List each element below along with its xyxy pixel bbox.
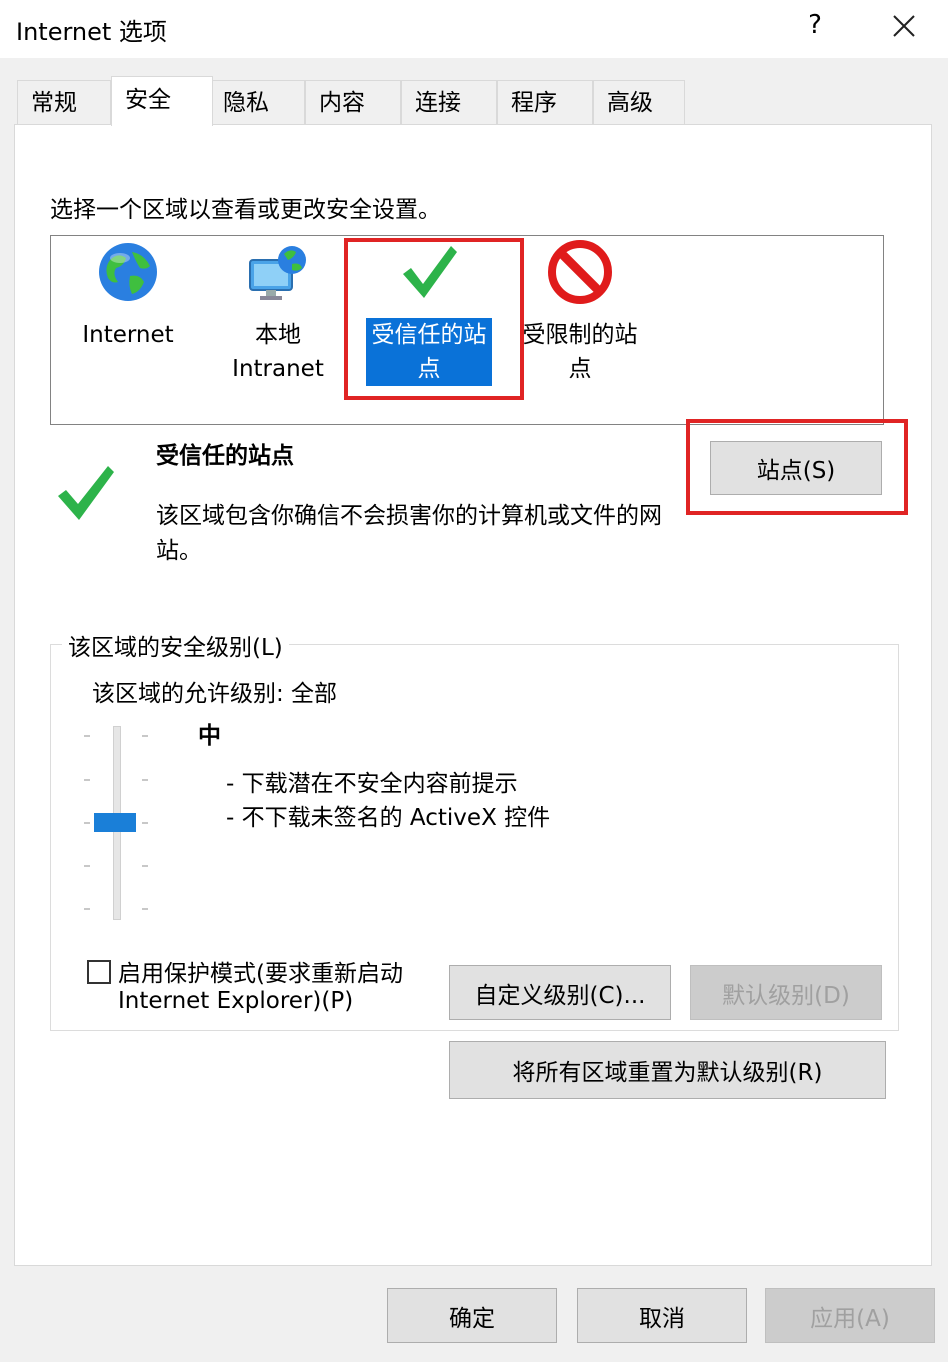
zone-detail-description-line1: 该区域包含你确信不会损害你的计算机或文件的网 [156, 503, 662, 529]
security-level-desc-line2: - 不下载未签名的 ActiveX 控件 [226, 805, 551, 831]
window-title: Internet 选项 [16, 18, 167, 46]
protected-mode-label-line2[interactable]: Internet Explorer)(P) [118, 988, 353, 1014]
close-icon [893, 15, 915, 37]
help-button[interactable]: ? [804, 10, 826, 40]
slider-tick [84, 908, 90, 910]
tab-privacy[interactable]: 隐私 [209, 80, 305, 124]
zone-restricted-label-line1: 受限制的站 [522, 322, 638, 348]
slider-tick [142, 908, 148, 910]
zone-internet[interactable]: Internet [72, 240, 184, 352]
slider-tick [84, 822, 90, 824]
zone-detail-title: 受信任的站点 [156, 443, 294, 469]
zone-internet-label: Internet [82, 322, 174, 348]
computer-globe-icon [249, 246, 306, 300]
tab-security[interactable]: 安全 [111, 76, 213, 126]
security-level-desc-line1: - 下载潜在不安全内容前提示 [226, 771, 518, 797]
zone-instruction: 选择一个区域以查看或更改安全设置。 [50, 197, 441, 223]
zone-trusted-sites[interactable]: 受信任的站 点 [365, 240, 493, 386]
zone-trusted-label-line2: 点 [417, 356, 441, 382]
slider-thumb[interactable] [94, 813, 136, 832]
slider-tick [84, 735, 90, 737]
security-level-group-label: 该区域的安全级别(L) [62, 628, 289, 662]
globe-icon [99, 243, 157, 301]
zone-restricted-sites[interactable]: 受限制的站 点 [516, 240, 644, 386]
protected-mode-label-line1[interactable]: 启用保护模式(要求重新启动 [118, 954, 403, 988]
slider-tick [142, 779, 148, 781]
default-level-button[interactable]: 默认级别(D) [690, 965, 882, 1020]
zone-trusted-label-line1: 受信任的站 [371, 322, 487, 348]
security-level-name: 中 [198, 723, 221, 749]
zone-restricted-label-line2: 点 [568, 356, 592, 382]
zone-local-intranet[interactable]: 本地 Intranet [222, 240, 334, 386]
tab-advanced[interactable]: 高级 [593, 80, 685, 124]
zone-trusted-selection: 受信任的站 点 [366, 318, 492, 386]
tab-general[interactable]: 常规 [17, 80, 111, 124]
slider-tick [84, 865, 90, 867]
reset-all-zones-button[interactable]: 将所有区域重置为默认级别(R) [449, 1041, 886, 1099]
green-check-icon [403, 246, 457, 298]
custom-level-button[interactable]: 自定义级别(C)... [449, 965, 671, 1020]
security-level-slider[interactable] [84, 726, 152, 920]
slider-tick [84, 779, 90, 781]
slider-tick [142, 822, 148, 824]
cancel-button[interactable]: 取消 [577, 1288, 747, 1343]
zone-intranet-label-line1: 本地 [255, 322, 301, 348]
close-button[interactable] [886, 8, 922, 44]
tab-connections[interactable]: 连接 [401, 80, 497, 124]
allowed-levels-text: 该区域的允许级别: 全部 [92, 681, 338, 707]
protected-mode-checkbox[interactable] [87, 960, 111, 984]
tab-content[interactable]: 内容 [305, 80, 401, 124]
slider-tick [142, 735, 148, 737]
trusted-check-icon [58, 466, 114, 520]
no-entry-icon [548, 240, 612, 304]
zone-intranet-label-line2: Intranet [232, 356, 324, 382]
apply-button[interactable]: 应用(A) [765, 1288, 935, 1343]
tab-programs[interactable]: 程序 [497, 80, 593, 124]
zone-detail-description-line2: 站。 [156, 538, 202, 564]
ok-button[interactable]: 确定 [387, 1288, 557, 1343]
sites-button[interactable]: 站点(S) [710, 441, 882, 495]
slider-tick [142, 865, 148, 867]
